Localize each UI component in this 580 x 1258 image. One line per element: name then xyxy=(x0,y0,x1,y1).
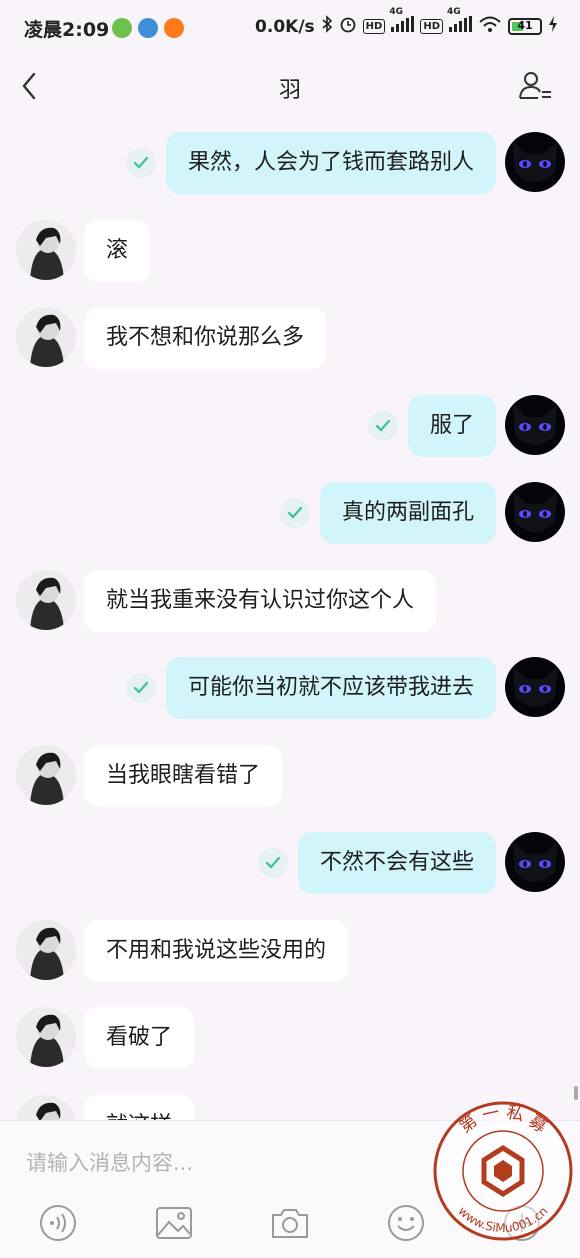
my-avatar[interactable] xyxy=(505,482,565,542)
sent-message-bubble[interactable]: 真的两副面孔 xyxy=(319,482,496,544)
read-check-icon xyxy=(126,148,156,178)
voice-icon xyxy=(40,1205,76,1241)
contact-avatar[interactable] xyxy=(16,744,76,805)
contact-avatar[interactable] xyxy=(16,919,76,980)
sent-message-bubble[interactable]: 不然不会有这些 xyxy=(297,832,496,894)
signal-icon: 4G xyxy=(389,7,415,37)
scrollbar[interactable] xyxy=(574,1086,578,1100)
camera-button[interactable] xyxy=(270,1203,310,1243)
emoji-icon xyxy=(388,1205,424,1241)
net-type-2: 4G xyxy=(447,7,461,17)
received-message-bubble[interactable]: 看破了 xyxy=(84,1007,195,1069)
message-input[interactable]: 请输入消息内容... xyxy=(26,1147,193,1177)
received-message-bubble[interactable]: 当我眼瞎看错了 xyxy=(84,744,283,807)
contact-avatar[interactable] xyxy=(16,307,76,367)
received-message-bubble[interactable]: 就当我重来没有认识过你这个人 xyxy=(84,569,437,632)
chat-header: 羽 xyxy=(0,56,580,116)
image-icon xyxy=(156,1207,192,1239)
page-title: 羽 xyxy=(278,78,301,103)
my-avatar[interactable] xyxy=(505,394,565,455)
sent-message-bubble[interactable]: 服了 xyxy=(407,394,496,457)
bluetooth-icon xyxy=(321,15,333,38)
contact-profile-button[interactable] xyxy=(518,68,554,104)
hd-badge-2: HD xyxy=(420,19,443,34)
hd-badge: HD xyxy=(362,19,386,34)
app-icon xyxy=(138,18,158,38)
contact-avatar[interactable] xyxy=(16,569,76,630)
network-speed: 0.0K/s xyxy=(255,16,315,37)
mi-icon xyxy=(164,18,184,38)
my-avatar[interactable] xyxy=(505,832,565,892)
received-message-bubble[interactable]: 不用和我说这些没用的 xyxy=(84,919,349,982)
voice-button[interactable] xyxy=(38,1203,78,1243)
contact-avatar[interactable] xyxy=(16,219,76,280)
user-settings-icon xyxy=(519,72,551,99)
status-time: 凌晨2:09 xyxy=(24,19,110,41)
net-type: 4G xyxy=(389,7,403,17)
received-message-bubble[interactable]: 我不想和你说那么多 xyxy=(84,307,327,369)
watermark-stamp: 第 一 私 募 www.SiMu001.cn xyxy=(433,1101,573,1241)
received-message-bubble[interactable]: 就这样 xyxy=(84,1094,195,1120)
my-avatar[interactable] xyxy=(505,657,565,717)
battery-icon: 41 xyxy=(508,18,542,35)
emoji-button[interactable] xyxy=(386,1203,426,1243)
status-right: 0.0K/s HD 4G HD 4G 41 xyxy=(255,7,558,38)
read-check-icon xyxy=(126,673,156,703)
received-message-bubble[interactable]: 滚 xyxy=(84,219,151,282)
image-button[interactable] xyxy=(154,1203,194,1243)
message-list[interactable]: 果然，人会为了钱而套路别人滚我不想和你说那么多服了真的两副面孔就当我重来没有认识… xyxy=(0,116,580,1120)
read-check-icon xyxy=(280,498,310,528)
battery-level: 41 xyxy=(517,19,533,32)
sent-message-bubble[interactable]: 可能你当初就不应该带我进去 xyxy=(165,657,496,719)
alarm-icon xyxy=(339,15,357,38)
contact-avatar[interactable] xyxy=(16,1007,76,1067)
camera-icon xyxy=(272,1209,308,1238)
read-check-icon xyxy=(368,410,398,441)
wifi-icon xyxy=(478,15,502,38)
sent-message-bubble[interactable]: 果然，人会为了钱而套路别人 xyxy=(165,132,496,194)
charging-icon xyxy=(548,15,558,38)
signal-icon-2: 4G xyxy=(447,7,472,37)
status-bar: 凌晨2:09 0.0K/s HD 4G HD 4G 41 xyxy=(0,0,580,56)
read-check-icon xyxy=(258,848,288,878)
contact-avatar[interactable] xyxy=(16,1094,76,1120)
wechat-icon xyxy=(112,18,132,38)
my-avatar[interactable] xyxy=(505,132,565,192)
